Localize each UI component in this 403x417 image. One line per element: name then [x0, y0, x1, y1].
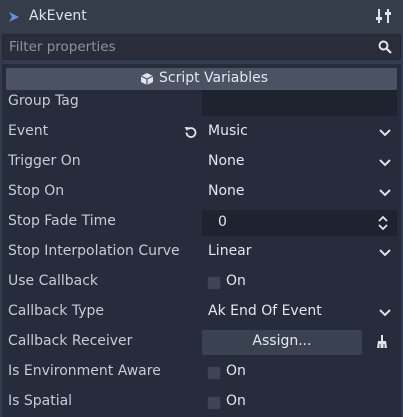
broom-icon — [377, 335, 387, 348]
property-label: Callback Type — [8, 303, 105, 319]
is-environment-aware-checkbox[interactable]: On — [202, 360, 397, 386]
dropdown-value: None — [208, 153, 245, 169]
chevron-down-icon — [379, 189, 391, 197]
cube-icon — [140, 73, 154, 85]
property-row-is-spatial: Is Spatial On — [0, 388, 403, 417]
chevron-down-icon — [379, 249, 391, 257]
group-tag-field[interactable] — [202, 90, 397, 116]
chevron-down-icon — [379, 159, 391, 167]
property-label: Is Spatial — [8, 393, 73, 409]
event-dropdown[interactable]: Music — [202, 120, 397, 146]
clear-button[interactable] — [365, 330, 397, 355]
chevron-down-icon — [379, 309, 391, 317]
property-row-trigger-on: Trigger On None — [0, 148, 403, 178]
property-row-group-tag: Group Tag — [0, 88, 403, 118]
up-down-arrows-icon[interactable] — [377, 215, 389, 231]
property-row-stop-on: Stop On None — [0, 178, 403, 208]
property-label: Event — [8, 123, 49, 139]
chevron-down-icon — [379, 129, 391, 137]
node-title: AkEvent — [29, 8, 87, 24]
property-row-callback-type: Callback Type Ak End Of Event — [0, 298, 403, 328]
dropdown-value: None — [208, 183, 245, 199]
node-icon — [9, 12, 19, 22]
property-label: Stop Interpolation Curve — [8, 243, 180, 259]
tools-icon[interactable] — [376, 8, 392, 24]
dropdown-value: Music — [208, 123, 248, 139]
property-label: Trigger On — [8, 153, 81, 169]
property-row-use-callback: Use Callback On — [0, 268, 403, 298]
checkbox-label: On — [226, 393, 246, 409]
script-variables-section[interactable]: Script Variables — [6, 68, 397, 90]
property-label: Group Tag — [8, 93, 79, 109]
property-label: Callback Receiver — [8, 333, 133, 349]
revert-icon[interactable] — [183, 125, 198, 140]
filter-placeholder: Filter properties — [9, 39, 116, 55]
filter-properties-input[interactable]: Filter properties — [2, 34, 401, 60]
checkbox-box[interactable] — [207, 276, 221, 290]
property-label: Is Environment Aware — [8, 363, 161, 379]
is-spatial-checkbox[interactable]: On — [202, 390, 397, 416]
search-icon — [378, 40, 392, 54]
property-label: Stop On — [8, 183, 65, 199]
trigger-on-dropdown[interactable]: None — [202, 150, 397, 176]
callback-type-dropdown[interactable]: Ak End Of Event — [202, 300, 397, 326]
use-callback-checkbox[interactable]: On — [202, 270, 397, 296]
spinbox-value: 0 — [218, 214, 227, 230]
assign-label: Assign... — [252, 333, 312, 349]
property-row-event: Event Music — [0, 118, 403, 148]
property-row-is-environment-aware: Is Environment Aware On — [0, 358, 403, 388]
checkbox-label: On — [226, 363, 246, 379]
property-label: Stop Fade Time — [8, 213, 116, 229]
stop-on-dropdown[interactable]: None — [202, 180, 397, 206]
checkbox-box[interactable] — [207, 396, 221, 410]
dropdown-value: Linear — [208, 243, 252, 259]
property-row-callback-receiver: Callback Receiver Assign... — [0, 328, 403, 358]
property-row-stop-interpolation-curve: Stop Interpolation Curve Linear — [0, 238, 403, 268]
checkbox-box[interactable] — [207, 366, 221, 380]
property-row-stop-fade-time: Stop Fade Time 0 — [0, 208, 403, 238]
stop-fade-time-spinbox[interactable]: 0 — [202, 210, 397, 236]
dropdown-value: Ak End Of Event — [208, 303, 322, 319]
inspector-header: AkEvent — [0, 0, 403, 33]
section-label: Script Variables — [159, 70, 269, 86]
checkbox-label: On — [226, 273, 246, 289]
assign-button[interactable]: Assign... — [202, 330, 362, 355]
stop-interpolation-curve-dropdown[interactable]: Linear — [202, 240, 397, 266]
property-label: Use Callback — [8, 273, 99, 289]
